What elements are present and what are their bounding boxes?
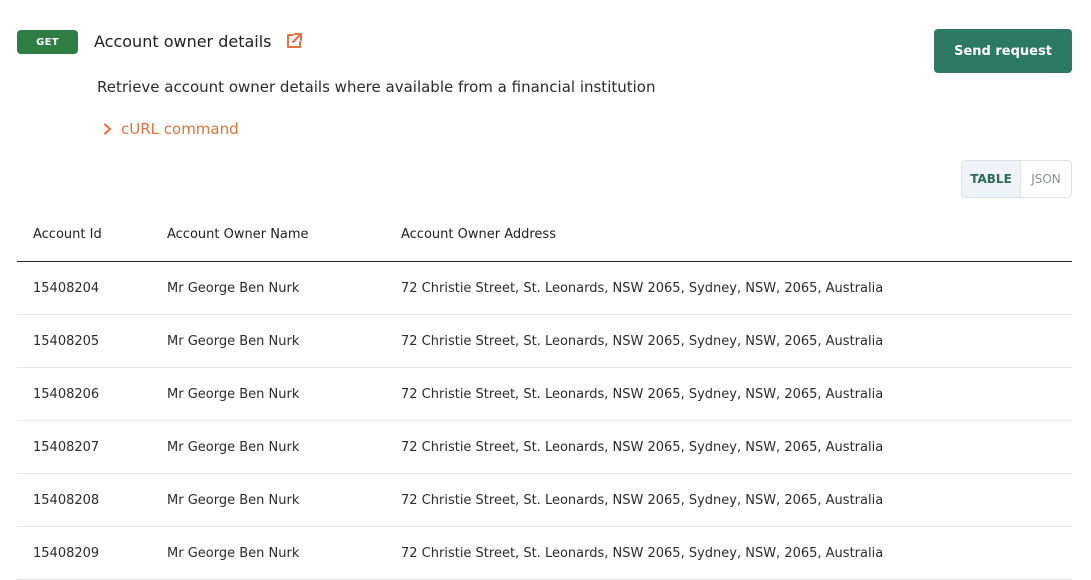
endpoint-description: Retrieve account owner details where ava… xyxy=(97,78,656,96)
column-header-owner-address: Account Owner Address xyxy=(385,207,1072,262)
table-row: 15408205 Mr George Ben Nurk 72 Christie … xyxy=(17,314,1072,368)
endpoint-title: Account owner details xyxy=(94,32,272,51)
cell-owner-address: 72 Christie Street, St. Leonards, NSW 20… xyxy=(385,420,1072,474)
cell-owner-address: 72 Christie Street, St. Leonards, NSW 20… xyxy=(385,473,1072,527)
cell-owner-address: 72 Christie Street, St. Leonards, NSW 20… xyxy=(385,367,1072,421)
cell-owner-name: Mr George Ben Nurk xyxy=(151,420,385,474)
cell-owner-address: 72 Christie Street, St. Leonards, NSW 20… xyxy=(385,314,1072,368)
cell-owner-address: 72 Christie Street, St. Leonards, NSW 20… xyxy=(385,261,1072,315)
cell-account-id: 15408206 xyxy=(17,367,151,421)
cell-account-id: 15408208 xyxy=(17,473,151,527)
external-link-icon[interactable] xyxy=(284,31,304,51)
cell-owner-name: Mr George Ben Nurk xyxy=(151,261,385,315)
cell-owner-name: Mr George Ben Nurk xyxy=(151,526,385,580)
view-toggle: TABLE JSON xyxy=(961,160,1072,198)
table-row: 15408204 Mr George Ben Nurk 72 Christie … xyxy=(17,261,1072,315)
account-owner-table: Account Id Account Owner Name Account Ow… xyxy=(17,207,1072,580)
table-row: 15408209 Mr George Ben Nurk 72 Christie … xyxy=(17,526,1072,580)
column-header-account-id: Account Id xyxy=(17,207,151,262)
cell-owner-address: 72 Christie Street, St. Leonards, NSW 20… xyxy=(385,526,1072,580)
api-endpoint-panel: GET Account owner details Send request R… xyxy=(0,0,1091,580)
cell-owner-name: Mr George Ben Nurk xyxy=(151,473,385,527)
table-view-option[interactable]: TABLE xyxy=(962,161,1021,197)
cell-account-id: 15408205 xyxy=(17,314,151,368)
send-request-button[interactable]: Send request xyxy=(934,29,1072,73)
cell-account-id: 15408207 xyxy=(17,420,151,474)
cell-account-id: 15408209 xyxy=(17,526,151,580)
column-header-owner-name: Account Owner Name xyxy=(151,207,385,262)
table-row: 15408207 Mr George Ben Nurk 72 Christie … xyxy=(17,420,1072,474)
cell-account-id: 15408204 xyxy=(17,261,151,315)
curl-command-toggle[interactable]: cURL command xyxy=(103,118,239,140)
cell-owner-name: Mr George Ben Nurk xyxy=(151,367,385,421)
cell-owner-name: Mr George Ben Nurk xyxy=(151,314,385,368)
json-view-option[interactable]: JSON xyxy=(1021,161,1071,197)
table-header-row: Account Id Account Owner Name Account Ow… xyxy=(17,207,1072,262)
curl-command-label: cURL command xyxy=(121,120,239,138)
chevron-right-icon xyxy=(104,123,111,135)
method-badge: GET xyxy=(17,30,78,54)
table-row: 15408208 Mr George Ben Nurk 72 Christie … xyxy=(17,473,1072,527)
table-row: 15408206 Mr George Ben Nurk 72 Christie … xyxy=(17,367,1072,421)
